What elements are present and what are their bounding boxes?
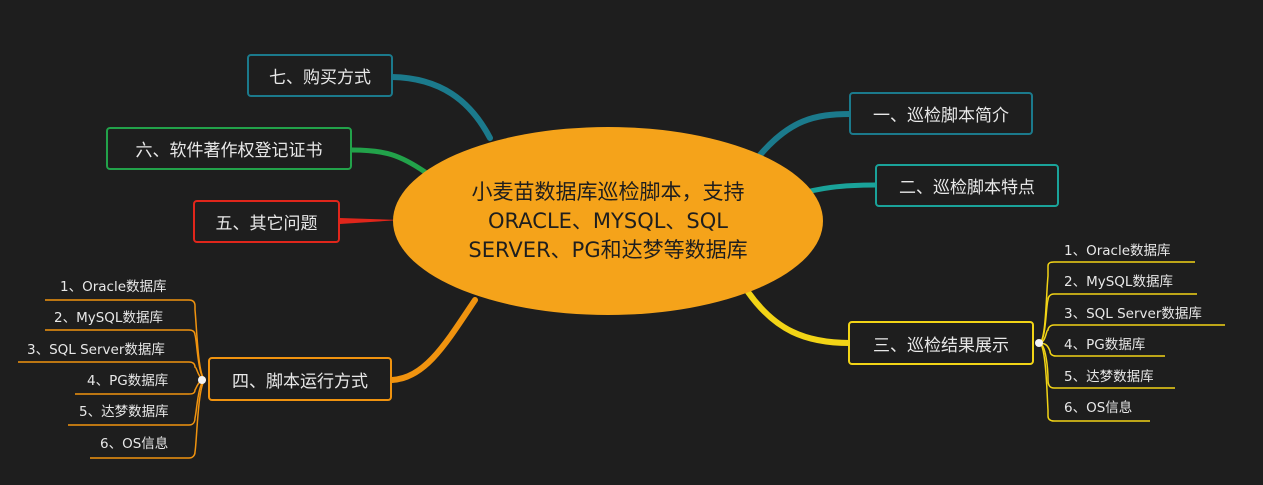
central-topic-text: 小麦苗数据库巡检脚本，支持ORACLE、MYSQL、SQL SERVER、PG和… [468,179,748,262]
run-sub-mysql[interactable]: 2、MySQL数据库 [54,307,163,329]
run-sub-sqlserver[interactable]: 3、SQL Server数据库 [27,339,165,361]
results-sub-dameng[interactable]: 5、达梦数据库 [1064,366,1154,388]
collapse-handle-run-methods[interactable] [198,376,206,384]
topic-2-label: 二、巡检脚本特点 [899,178,1035,198]
topic-6-label: 六、软件著作权登记证书 [135,141,323,161]
topic-5-other-questions[interactable]: 五、其它问题 [193,200,340,243]
topic-3-label: 三、巡检结果展示 [873,335,1009,356]
topic-7-label: 七、购买方式 [269,68,371,88]
link-topic-3 [745,289,853,346]
topic-2-features[interactable]: 二、巡检脚本特点 [875,164,1059,207]
topic-4-run-methods[interactable]: 四、脚本运行方式 [208,357,392,401]
link-topic-1 [757,111,853,158]
central-topic[interactable]: 小麦苗数据库巡检脚本，支持ORACLE、MYSQL、SQL SERVER、PG和… [393,127,823,315]
topic-1-intro[interactable]: 一、巡检脚本简介 [849,92,1033,135]
results-sub-mysql[interactable]: 2、MySQL数据库 [1064,271,1173,293]
run-sub-oracle[interactable]: 1、Oracle数据库 [60,276,167,298]
results-sub-oracle[interactable]: 1、Oracle数据库 [1064,240,1171,262]
link-topic-7 [389,74,493,141]
run-sub-dameng[interactable]: 5、达梦数据库 [79,401,169,423]
results-sub-os[interactable]: 6、OS信息 [1064,397,1132,419]
results-sub-pg[interactable]: 4、PG数据库 [1064,334,1145,356]
collapse-handle-results[interactable] [1035,339,1043,347]
topic-3-results[interactable]: 三、巡检结果展示 [848,321,1034,365]
topic-4-label: 四、脚本运行方式 [232,371,368,392]
run-sub-os[interactable]: 6、OS信息 [100,433,168,455]
topic-1-label: 一、巡检脚本简介 [873,106,1009,126]
run-sub-pg[interactable]: 4、PG数据库 [87,370,168,392]
link-topic-5 [340,218,400,224]
link-topic-6 [349,147,428,175]
results-sub-sqlserver[interactable]: 3、SQL Server数据库 [1064,303,1202,325]
topic-5-label: 五、其它问题 [215,214,318,234]
topic-6-copyright[interactable]: 六、软件著作权登记证书 [106,127,352,170]
topic-7-purchase[interactable]: 七、购买方式 [247,54,393,97]
link-topic-4 [389,297,478,383]
